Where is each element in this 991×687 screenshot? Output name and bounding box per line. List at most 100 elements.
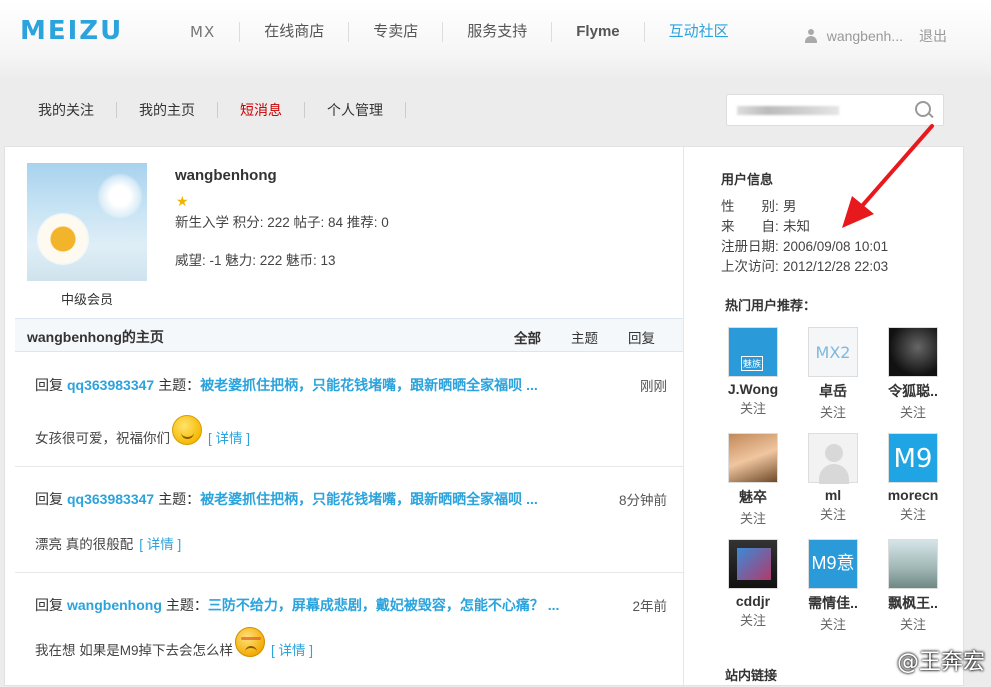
subnav-homepage[interactable]: 我的主页 — [139, 102, 218, 118]
hot-user: J.Wong 关注 — [713, 327, 793, 417]
tab-all[interactable]: 全部 — [514, 327, 541, 347]
follow-link[interactable]: 关注 — [793, 504, 873, 523]
activity-feed: 回复 qq363983347 主题：被老婆抓住把柄，只能花钱堵嘴，跟新晒晒全家福呗 … — [15, 353, 683, 679]
feed-body: 漂亮 真的很般配 [ 详情 ] — [35, 533, 181, 553]
site-links-title: 站内链接 — [725, 668, 778, 683]
nav-mx[interactable]: MX — [190, 22, 239, 42]
feed-action: 回复 — [35, 597, 63, 613]
hot-user: cddjr 关注 — [713, 539, 793, 629]
user-thumb[interactable] — [728, 327, 778, 377]
topic-link[interactable]: 三防不给力，屏幕成悲剧，戴妃被毁容，怎能不心痛？ ... — [208, 597, 560, 613]
hot-user-name[interactable]: 飘枫王.. — [873, 593, 953, 613]
info-row: 上次访问: 2012/12/28 22:03 — [721, 257, 888, 277]
follow-link[interactable]: 关注 — [793, 614, 873, 633]
info-key: 性 别: — [721, 199, 779, 214]
meizu-logo[interactable]: MEIZU — [20, 18, 123, 44]
sub-nav: 我的关注 我的主页 短消息 个人管理 — [38, 102, 428, 118]
topic-label: 主题： — [165, 597, 208, 613]
logout-link[interactable]: 退出 — [919, 26, 947, 46]
profile-name: wangbenhong — [175, 167, 277, 184]
nav-community[interactable]: 互动社区 — [643, 22, 753, 42]
divider — [683, 147, 684, 687]
topic-label: 主题： — [158, 377, 201, 393]
feed-user-link[interactable]: qq363983347 — [67, 377, 154, 393]
reply-text: 我在想 如果是M9掉下去会怎么样 — [35, 643, 234, 658]
user-thumb[interactable] — [728, 539, 778, 589]
avatar-daisy — [37, 213, 89, 265]
user-thumb[interactable] — [888, 327, 938, 377]
user-thumb[interactable]: M9意 — [808, 539, 858, 589]
blurred-search-text — [737, 106, 839, 115]
detail-link[interactable]: [ 详情 ] — [271, 639, 313, 659]
feed-action: 回复 — [35, 491, 63, 507]
feed-user-link[interactable]: qq363983347 — [67, 491, 154, 507]
detail-link[interactable]: [ 详情 ] — [208, 427, 250, 447]
search-icon[interactable] — [915, 101, 933, 119]
user-thumb[interactable] — [728, 433, 778, 483]
follow-link[interactable]: 关注 — [793, 402, 873, 421]
hot-user: ml 关注 — [793, 433, 873, 523]
avatar[interactable] — [27, 163, 147, 281]
feed-action: 回复 — [35, 377, 63, 393]
info-row: 注册日期: 2006/09/08 10:01 — [721, 237, 888, 257]
username-link[interactable]: wangbenh... — [827, 28, 903, 44]
logo-text: MEIZU — [20, 16, 124, 46]
hot-user-name[interactable]: morecn — [873, 487, 953, 503]
info-value: 2006/09/08 10:01 — [783, 239, 889, 254]
user-icon — [804, 29, 818, 43]
feed-item: 回复 qq363983347 主题：被老婆抓住把柄，只能花钱堵嘴，跟新晒晒全家福呗 … — [15, 467, 683, 573]
tab-topics[interactable]: 主题 — [571, 327, 598, 347]
hot-user-name[interactable]: 魅卒 — [713, 487, 793, 507]
hot-user: M9意 需情佳.. 关注 — [793, 539, 873, 633]
user-thumb[interactable]: M9 — [888, 433, 938, 483]
hot-user-name[interactable]: 需情佳.. — [793, 593, 873, 613]
info-value: 未知 — [783, 219, 810, 234]
user-thumb[interactable] — [808, 433, 858, 484]
topic-link[interactable]: 被老婆抓住把柄，只能花钱堵嘴，跟新晒晒全家福呗 ... — [200, 491, 538, 507]
homepage-title: wangbenhong的主页 — [27, 329, 164, 345]
feed-head: 回复 qq363983347 主题：被老婆抓住把柄，只能花钱堵嘴，跟新晒晒全家福呗 … — [35, 489, 538, 509]
watermark: @王奔宏 — [896, 650, 985, 675]
feed-item: 回复 qq363983347 主题：被老婆抓住把柄，只能花钱堵嘴，跟新晒晒全家福呗 … — [15, 353, 683, 467]
follow-link[interactable]: 关注 — [873, 402, 953, 421]
follow-link[interactable]: 关注 — [713, 610, 793, 629]
follow-link[interactable]: 关注 — [873, 614, 953, 633]
follow-link[interactable]: 关注 — [713, 398, 793, 417]
info-row: 性 别: 男 — [721, 197, 888, 217]
hot-user: MX2 卓岳 关注 — [793, 327, 873, 421]
hot-user: 令狐聪.. 关注 — [873, 327, 953, 421]
nav-flyme[interactable]: Flyme — [551, 22, 643, 42]
avatar-sun — [97, 173, 143, 219]
hot-user-name[interactable]: ml — [793, 487, 873, 503]
profile-stats-2: 威望: -1 魅力: 222 魅币: 13 — [175, 253, 336, 268]
hot-user: 飘枫王.. 关注 — [873, 539, 953, 633]
tab-replies[interactable]: 回复 — [628, 327, 655, 347]
info-value: 男 — [783, 199, 797, 214]
user-thumb[interactable] — [888, 539, 938, 589]
topic-link[interactable]: 被老婆抓住把柄，只能花钱堵嘴，跟新晒晒全家福呗 ... — [200, 377, 538, 393]
search-input[interactable] — [726, 94, 944, 126]
subnav-settings[interactable]: 个人管理 — [327, 102, 406, 118]
feed-item: 回复 wangbenhong 主题：三防不给力，屏幕成悲剧，戴妃被毁容，怎能不心痛？… — [15, 573, 683, 679]
follow-link[interactable]: 关注 — [713, 508, 793, 527]
user-box: wangbenh... 退出 — [804, 26, 947, 46]
reply-text: 女孩很可爱，祝福你们 — [35, 431, 170, 446]
feed-head: 回复 wangbenhong 主题：三防不给力，屏幕成悲剧，戴妃被毁容，怎能不心痛？… — [35, 595, 559, 615]
main-nav: MX 在线商店 专卖店 服务支持 Flyme 互动社区 — [190, 22, 753, 42]
nav-support[interactable]: 服务支持 — [442, 22, 551, 42]
follow-link[interactable]: 关注 — [873, 504, 953, 523]
hot-user-name[interactable]: 卓岳 — [793, 381, 873, 401]
homepage-bar: wangbenhong的主页 全部 主题 回复 — [15, 318, 683, 352]
feed-body: 女孩很可爱，祝福你们 [ 详情 ] — [35, 415, 250, 447]
hot-user-name[interactable]: J.Wong — [713, 381, 793, 397]
subnav-following[interactable]: 我的关注 — [38, 102, 117, 118]
hot-user-name[interactable]: 令狐聪.. — [873, 381, 953, 401]
nav-stores[interactable]: 专卖店 — [348, 22, 442, 42]
detail-link[interactable]: [ 详情 ] — [139, 533, 181, 553]
subnav-messages[interactable]: 短消息 — [240, 102, 305, 118]
nav-online-store[interactable]: 在线商店 — [239, 22, 348, 42]
user-thumb[interactable]: MX2 — [808, 327, 858, 377]
hot-user-name[interactable]: cddjr — [713, 593, 793, 609]
hot-user: M9 morecn 关注 — [873, 433, 953, 523]
feed-user-link[interactable]: wangbenhong — [67, 597, 162, 613]
